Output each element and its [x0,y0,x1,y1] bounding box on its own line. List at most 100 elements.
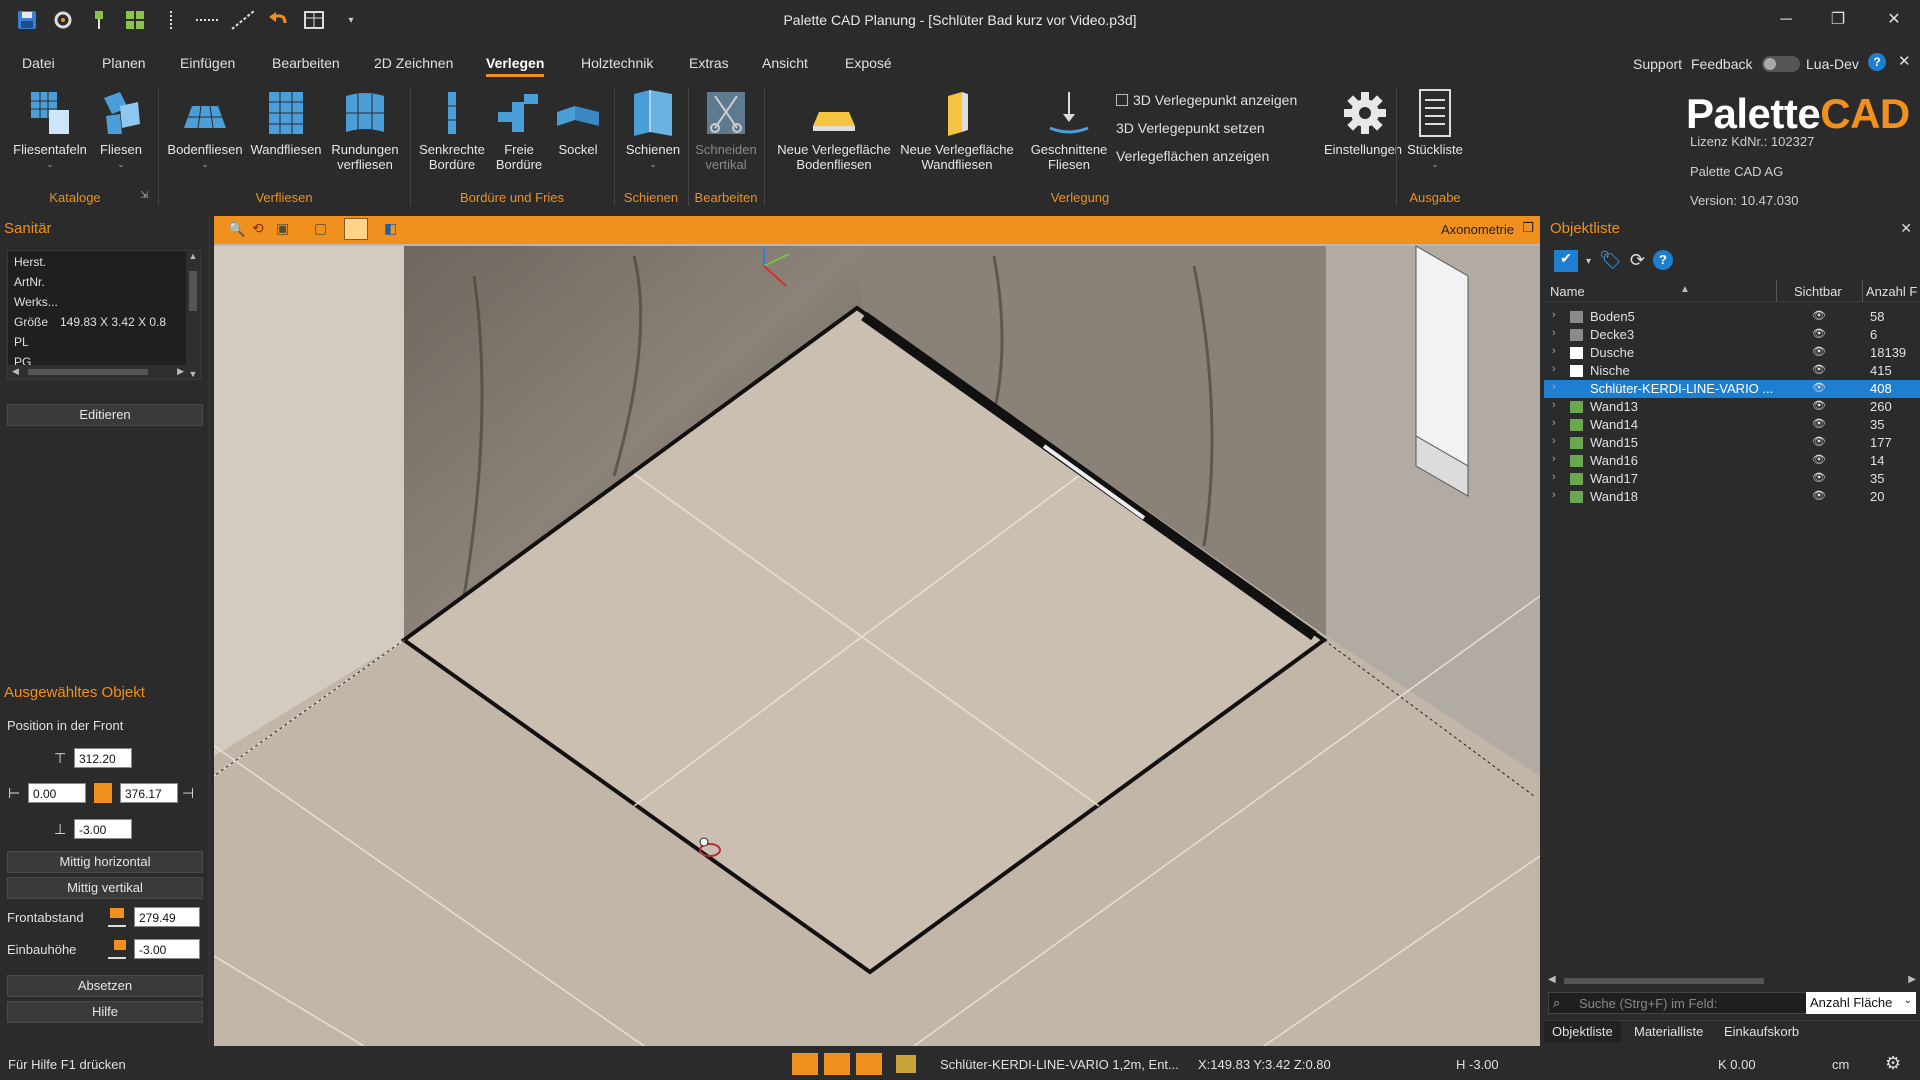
snap-icon-2[interactable] [824,1053,850,1075]
mittig-vertikal-button[interactable]: Mittig vertikal [7,877,203,899]
visibility-eye-icon[interactable]: 👁 [1812,345,1826,358]
width-field[interactable]: 376.17 [120,783,178,803]
tab-2d-zeichnen[interactable]: 2D Zeichnen [374,55,453,71]
orbit-icon[interactable]: ⟲ [252,220,264,237]
einbauhoehe-field[interactable]: -3.00 [134,939,200,959]
visibility-eye-icon[interactable]: 👁 [1812,381,1826,394]
bodenfliesen-button[interactable]: Bodenfliesen ⌄ [162,88,248,172]
tab-extras[interactable]: Extras [689,55,729,71]
snap-icon-3[interactable] [856,1053,882,1075]
senkrechte-bordure-button[interactable]: Senkrechte Bordüre [414,88,490,172]
minimize-icon[interactable]: ─ [1776,10,1796,30]
neue-verlegeflaeche-boden-button[interactable]: Neue Verlegefläche Bodenfliesen [772,88,896,172]
select-all-icon[interactable]: ✔ [1554,250,1578,272]
freie-bordure-button[interactable]: Freie Bordüre [492,88,546,172]
object-row[interactable]: › Boden5 👁 58 [1544,308,1920,326]
expand-chevron-icon[interactable]: › [1552,345,1556,357]
schneiden-vertikal-button[interactable]: Schneiden vertikal [690,88,762,172]
tab-ansicht[interactable]: Ansicht [762,55,808,71]
settings-gear-icon[interactable]: ⚙ [1885,1053,1901,1074]
lua-dev-toggle[interactable] [1762,56,1800,72]
frontabstand-field[interactable]: 279.49 [134,907,200,927]
object-row[interactable]: › Wand15 👁 177 [1544,434,1920,452]
expand-chevron-icon[interactable]: › [1552,417,1556,429]
object-row[interactable]: › Wand14 👁 35 [1544,416,1920,434]
object-type-icon[interactable] [896,1055,916,1073]
search-box[interactable]: ⌕ Suche (Strg+F) im Feld: [1548,992,1808,1014]
object-row[interactable]: › Wand17 👁 35 [1544,470,1920,488]
tab-einfuegen[interactable]: Einfügen [180,55,235,71]
object-row[interactable]: › Decke3 👁 6 [1544,326,1920,344]
rundungen-button[interactable]: Rundungen verfliesen [324,88,406,172]
horizontal-scrollbar[interactable]: ◀ ▶ [8,365,188,379]
visibility-eye-icon[interactable]: 👁 [1812,309,1826,322]
3d-viewport[interactable] [214,216,1540,1046]
tab-bearbeiten[interactable]: Bearbeiten [272,55,340,71]
kataloge-launcher-icon[interactable]: ⇲ [140,190,148,201]
render-icon[interactable]: ◧ [384,220,397,237]
expand-chevron-icon[interactable]: › [1552,363,1556,375]
maximize-view-icon[interactable]: ❐ [1522,220,1534,236]
center-icon[interactable] [94,783,112,803]
help-icon[interactable]: ? [1652,250,1673,270]
expand-chevron-icon[interactable]: › [1552,435,1556,447]
column-name[interactable]: Name [1550,284,1585,299]
tab-holztechnik[interactable]: Holztechnik [581,55,653,71]
stueckliste-button[interactable]: Stückliste ⌄ [1400,88,1470,172]
tab-expose[interactable]: Exposé [845,55,892,71]
visibility-eye-icon[interactable]: 👁 [1812,363,1826,376]
geschnittene-fliesen-button[interactable]: Geschnittene Fliesen [1024,88,1114,172]
view-cube-icon[interactable]: ▣ [276,220,289,237]
vertical-scrollbar[interactable]: ▲ ▼ [186,251,200,379]
expand-chevron-icon[interactable]: › [1552,381,1556,393]
unit-select[interactable]: cm [1832,1057,1849,1072]
expand-chevron-icon[interactable]: › [1552,309,1556,321]
tab-verlegen[interactable]: Verlegen [486,55,545,77]
tab-planen[interactable]: Planen [102,55,146,71]
schienen-button[interactable]: Schienen ⌄ [618,88,688,172]
tag-icon[interactable]: 🏷 [1599,250,1622,272]
visibility-eye-icon[interactable]: 👁 [1812,489,1826,502]
close-panel-icon[interactable]: ✕ [1900,220,1912,237]
verlegepunkt-setzen-button[interactable]: 3D Verlegepunkt setzen [1116,120,1265,136]
sockel-button[interactable]: Sockel [552,88,604,157]
hilfe-button[interactable]: Hilfe [7,1001,203,1023]
object-row[interactable]: › Nische 👁 415 [1544,362,1920,380]
visibility-eye-icon[interactable]: 👁 [1812,327,1826,340]
horizontal-scrollbar[interactable]: ◀ ▶ [1544,974,1920,988]
view-frame-icon[interactable]: ▢ [314,220,327,237]
help-icon[interactable]: ? [1868,53,1886,71]
tab-datei[interactable]: Datei [22,55,55,71]
visibility-eye-icon[interactable]: 👁 [1812,417,1826,430]
tab-materialliste[interactable]: Materialliste [1634,1024,1703,1039]
bottom-position-field[interactable]: -3.00 [74,819,132,839]
visibility-eye-icon[interactable]: 👁 [1812,471,1826,484]
expand-chevron-icon[interactable]: › [1552,453,1556,465]
expand-chevron-icon[interactable]: › [1552,399,1556,411]
visibility-eye-icon[interactable]: 👁 [1812,435,1826,448]
zoom-icon[interactable]: 🔍 [228,221,245,238]
object-row[interactable]: › Schlüter-KERDI-LINE-VARIO ... 👁 408 [1544,380,1920,398]
verlegepunkt-anzeigen-checkbox[interactable]: 3D Verlegepunkt anzeigen [1116,92,1297,108]
close-ribbon-icon[interactable]: ✕ [1898,52,1911,70]
object-row[interactable]: › Wand13 👁 260 [1544,398,1920,416]
feedback-link[interactable]: Feedback [1691,56,1752,72]
maximize-icon[interactable]: ❐ [1828,10,1848,30]
dropdown-icon[interactable]: ▾ [1586,250,1591,272]
left-position-field[interactable]: 0.00 [28,783,86,803]
neue-verlegeflaeche-wand-button[interactable]: Neue Verlegefläche Wandfliesen [896,88,1018,172]
absetzen-button[interactable]: Absetzen [7,975,203,997]
expand-chevron-icon[interactable]: › [1552,327,1556,339]
mittig-horizontal-button[interactable]: Mittig horizontal [7,851,203,873]
fliesentafeln-button[interactable]: Fliesentafeln ⌄ [12,88,88,172]
object-row[interactable]: › Dusche 👁 18139 [1544,344,1920,362]
column-count[interactable]: Anzahl F [1866,284,1917,299]
tab-einkaufskorb[interactable]: Einkaufskorb [1724,1024,1799,1039]
support-link[interactable]: Support [1633,56,1682,72]
wandfliesen-button[interactable]: Wandfliesen [246,88,326,157]
fliesen-button[interactable]: Fliesen ⌄ [96,88,146,172]
expand-chevron-icon[interactable]: › [1552,471,1556,483]
tab-objektliste[interactable]: Objektliste [1544,1021,1621,1042]
column-visible[interactable]: Sichtbar [1794,284,1842,299]
expand-chevron-icon[interactable]: › [1552,489,1556,501]
